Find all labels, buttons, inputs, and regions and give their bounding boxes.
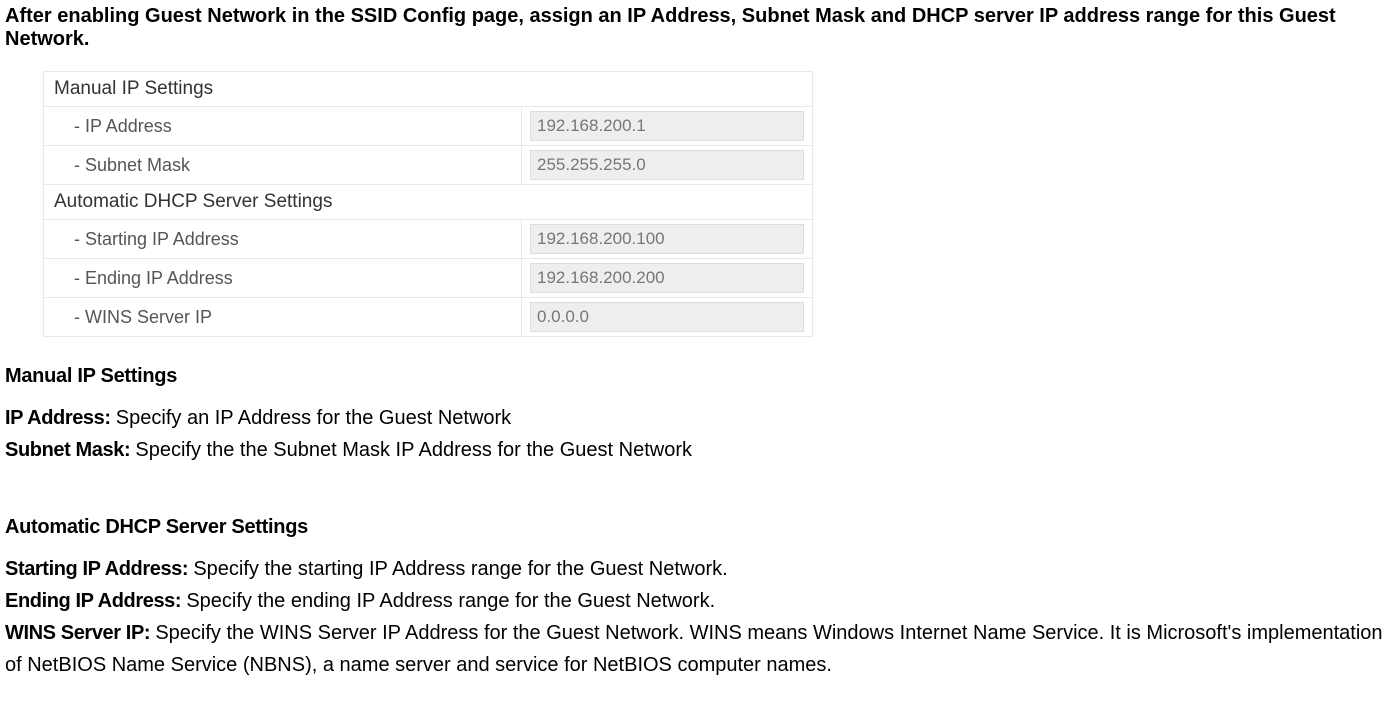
wins-ip-desc-text: Specify the WINS Server IP Address for t…: [5, 622, 1383, 676]
starting-ip-row: - Starting IP Address: [44, 220, 813, 259]
starting-ip-term: Starting IP Address:: [5, 558, 193, 580]
wins-ip-description: WINS Server IP: Specify the WINS Server …: [5, 617, 1393, 681]
ending-ip-label: - Ending IP Address: [44, 259, 522, 298]
starting-ip-desc-text: Specify the starting IP Address range fo…: [193, 558, 727, 580]
dhcp-header-row: Automatic DHCP Server Settings: [44, 185, 813, 220]
dhcp-header: Automatic DHCP Server Settings: [44, 185, 813, 220]
ip-address-description: IP Address: Specify an IP Address for th…: [5, 402, 1393, 434]
intro-text: After enabling Guest Network in the SSID…: [5, 5, 1393, 51]
manual-ip-section-title: Manual IP Settings: [5, 365, 1393, 388]
ending-ip-description: Ending IP Address: Specify the ending IP…: [5, 585, 1393, 617]
starting-ip-description: Starting IP Address: Specify the startin…: [5, 553, 1393, 585]
wins-ip-input[interactable]: [530, 302, 804, 332]
ending-ip-row: - Ending IP Address: [44, 259, 813, 298]
ending-ip-input[interactable]: [530, 263, 804, 293]
subnet-mask-label: - Subnet Mask: [44, 146, 522, 185]
ending-ip-desc-text: Specify the ending IP Address range for …: [186, 590, 715, 612]
ip-address-desc-text: Specify an IP Address for the Guest Netw…: [116, 407, 511, 429]
subnet-mask-term: Subnet Mask:: [5, 439, 135, 461]
ending-ip-term: Ending IP Address:: [5, 590, 186, 612]
subnet-mask-row: - Subnet Mask: [44, 146, 813, 185]
subnet-mask-desc-text: Specify the the Subnet Mask IP Address f…: [135, 439, 692, 461]
wins-ip-label: - WINS Server IP: [44, 298, 522, 337]
starting-ip-input[interactable]: [530, 224, 804, 254]
wins-ip-term: WINS Server IP:: [5, 622, 155, 644]
ip-address-row: - IP Address: [44, 107, 813, 146]
manual-ip-header: Manual IP Settings: [44, 72, 813, 107]
starting-ip-label: - Starting IP Address: [44, 220, 522, 259]
ip-address-label: - IP Address: [44, 107, 522, 146]
dhcp-section-title: Automatic DHCP Server Settings: [5, 516, 1393, 539]
wins-ip-row: - WINS Server IP: [44, 298, 813, 337]
subnet-mask-input[interactable]: [530, 150, 804, 180]
subnet-mask-description: Subnet Mask: Specify the the Subnet Mask…: [5, 434, 1393, 466]
ip-address-input[interactable]: [530, 111, 804, 141]
settings-table: Manual IP Settings - IP Address - Subnet…: [43, 71, 813, 337]
ip-address-term: IP Address:: [5, 407, 116, 429]
manual-ip-header-row: Manual IP Settings: [44, 72, 813, 107]
